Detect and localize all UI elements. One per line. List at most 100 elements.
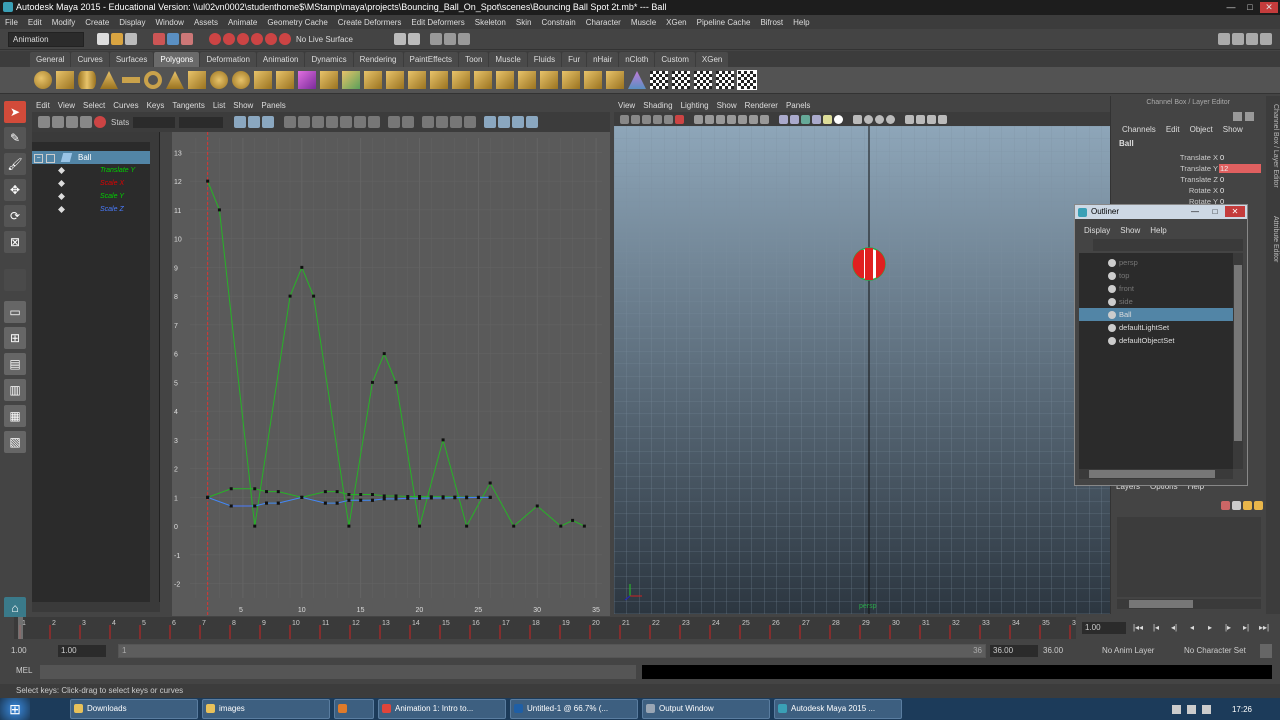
- keyframe-point[interactable]: [559, 524, 563, 528]
- normalize-curves-icon[interactable]: [484, 116, 497, 128]
- denormalize-curves-icon[interactable]: [498, 116, 511, 128]
- playback-button-7[interactable]: ▸▸|: [1256, 621, 1272, 635]
- menu-geometry-cache[interactable]: Geometry Cache: [267, 18, 327, 27]
- layer-editor-icon[interactable]: [1245, 112, 1254, 121]
- snap-surface-icon[interactable]: [265, 33, 277, 45]
- keyframe-point[interactable]: [335, 490, 339, 494]
- keyframe-point[interactable]: [571, 518, 575, 522]
- poly-split-icon[interactable]: [430, 71, 448, 89]
- outliner-titlebar[interactable]: Outliner — □ ✕: [1075, 205, 1247, 219]
- ge-menu-select[interactable]: Select: [83, 101, 105, 110]
- keyframe-point[interactable]: [359, 498, 363, 502]
- side-tab-channel-box[interactable]: Channel Box / Layer Editor: [1267, 104, 1279, 200]
- playback-button-1[interactable]: |◂: [1148, 621, 1164, 635]
- vp-menu-shading[interactable]: Shading: [643, 101, 672, 110]
- tray-volume-icon[interactable]: [1186, 704, 1196, 714]
- gate-mask-icon[interactable]: [727, 114, 736, 124]
- menu-bifrost[interactable]: Bifrost: [760, 18, 783, 27]
- snap-point-icon[interactable]: [237, 33, 249, 45]
- ge-add-key-icon[interactable]: [66, 116, 78, 128]
- outliner-item[interactable]: defaultObjectSet: [1079, 334, 1233, 347]
- ge-lattice-icon[interactable]: [80, 116, 92, 128]
- menu-character[interactable]: Character: [586, 18, 621, 27]
- shelf-tab-fur[interactable]: Fur: [562, 51, 587, 67]
- shelf-tab-dynamics[interactable]: Dynamics: [305, 51, 353, 67]
- ge-menu-curves[interactable]: Curves: [113, 101, 138, 110]
- xray-components-icon[interactable]: [886, 114, 895, 124]
- menu-edit-deformers[interactable]: Edit Deformers: [411, 18, 464, 27]
- smooth-shade-icon[interactable]: [790, 114, 799, 124]
- menu-constrain[interactable]: Constrain: [541, 18, 575, 27]
- keyframe-point[interactable]: [441, 496, 445, 500]
- ge-menu-list[interactable]: List: [213, 101, 225, 110]
- make-live-icon[interactable]: [279, 33, 291, 45]
- perspective-hypershade-layout-icon[interactable]: ▦: [4, 405, 26, 427]
- maximize-button[interactable]: □: [1241, 2, 1259, 13]
- keyframe-point[interactable]: [512, 524, 516, 528]
- channel-attr-value[interactable]: 0: [1219, 153, 1261, 162]
- shelf-tab-animation[interactable]: Animation: [256, 51, 305, 67]
- keyframe-point[interactable]: [206, 179, 210, 183]
- cb-menu-channels[interactable]: Channels: [1122, 125, 1156, 134]
- single-perspective-layout-icon[interactable]: ▭: [4, 301, 26, 323]
- planar-mapping-icon[interactable]: [650, 71, 668, 89]
- resolution-gate-icon[interactable]: [716, 114, 725, 124]
- open-scene-icon[interactable]: [111, 33, 123, 45]
- vp-menu-view[interactable]: View: [618, 101, 635, 110]
- outliner-minimize-button[interactable]: —: [1187, 206, 1203, 217]
- channel-attr-value[interactable]: 0: [1219, 175, 1261, 184]
- ge-outliner-scrollbar[interactable]: [150, 132, 159, 602]
- keyframe-point[interactable]: [488, 495, 492, 499]
- input-output-icon[interactable]: [393, 33, 406, 45]
- spherical-mapping-icon[interactable]: [694, 71, 712, 89]
- close-button[interactable]: ✕: [1260, 2, 1278, 13]
- keyframe-point[interactable]: [370, 493, 374, 496]
- keyframe-point[interactable]: [206, 495, 210, 499]
- construction-history-icon[interactable]: [407, 33, 420, 45]
- side-tab-attribute-editor[interactable]: Attribute Editor: [1267, 216, 1279, 286]
- menu-pipeline-cache[interactable]: Pipeline Cache: [697, 18, 751, 27]
- poly-poke-icon[interactable]: [562, 71, 580, 89]
- menu-file[interactable]: File: [5, 18, 18, 27]
- keyframe-point[interactable]: [300, 265, 304, 269]
- poly-separate-icon[interactable]: [320, 71, 338, 89]
- keyframe-point[interactable]: [488, 481, 492, 485]
- keyframe-point[interactable]: [359, 493, 363, 496]
- uv-map-icon[interactable]: [628, 71, 646, 89]
- poly-insert-loop-icon[interactable]: [496, 71, 514, 89]
- grid-toggle-icon[interactable]: [694, 114, 703, 124]
- select-component-icon[interactable]: [181, 33, 193, 45]
- ge-channel-row[interactable]: Translate Y: [32, 164, 159, 177]
- shelf-tab-custom[interactable]: Custom: [655, 51, 695, 67]
- field-chart-icon[interactable]: [738, 114, 747, 124]
- playback-end-field[interactable]: 36.00: [990, 645, 1038, 657]
- open-trax-editor-icon[interactable]: [526, 116, 539, 128]
- safe-action-icon[interactable]: [749, 114, 758, 124]
- outliner-vscrollbar[interactable]: [1233, 253, 1243, 469]
- plateau-tangent-icon[interactable]: [368, 116, 381, 128]
- poly-torus-icon[interactable]: [144, 71, 162, 89]
- menu-create-deformers[interactable]: Create Deformers: [338, 18, 402, 27]
- time-slider-track[interactable]: 1 2 3 4 5 6 7 8 9 10 11 12 13 14 15 16 17 18 19 20 21 22 23 24 2…: [14, 617, 1080, 639]
- channel-attr-row[interactable]: Translate Y 12: [1111, 163, 1266, 174]
- snap-curve-icon[interactable]: [223, 33, 235, 45]
- menu-create[interactable]: Create: [85, 18, 109, 27]
- shelf-tab-curves[interactable]: Curves: [71, 51, 109, 67]
- outliner-item[interactable]: defaultLightSet: [1079, 321, 1233, 334]
- outliner-graph-layout-icon[interactable]: ▧: [4, 431, 26, 453]
- menu-help[interactable]: Help: [793, 18, 809, 27]
- vp-menu-panels[interactable]: Panels: [786, 101, 810, 110]
- poly-pipe-icon[interactable]: [210, 71, 228, 89]
- playback-button-4[interactable]: ▸: [1202, 621, 1218, 635]
- clock[interactable]: 17:26: [1232, 705, 1252, 714]
- keyframe-point[interactable]: [253, 524, 257, 528]
- xray-icon[interactable]: [864, 114, 873, 124]
- poly-combine-icon[interactable]: [298, 71, 316, 89]
- ge-channel-row[interactable]: Scale Z: [32, 203, 159, 216]
- keyframe-point[interactable]: [253, 487, 257, 491]
- shelf-tab-muscle[interactable]: Muscle: [489, 51, 527, 67]
- animation-end-field[interactable]: 36.00: [1040, 645, 1088, 657]
- mel-label[interactable]: MEL: [16, 666, 32, 675]
- menu-edit[interactable]: Edit: [28, 18, 42, 27]
- move-layer-up-icon[interactable]: [1221, 500, 1230, 510]
